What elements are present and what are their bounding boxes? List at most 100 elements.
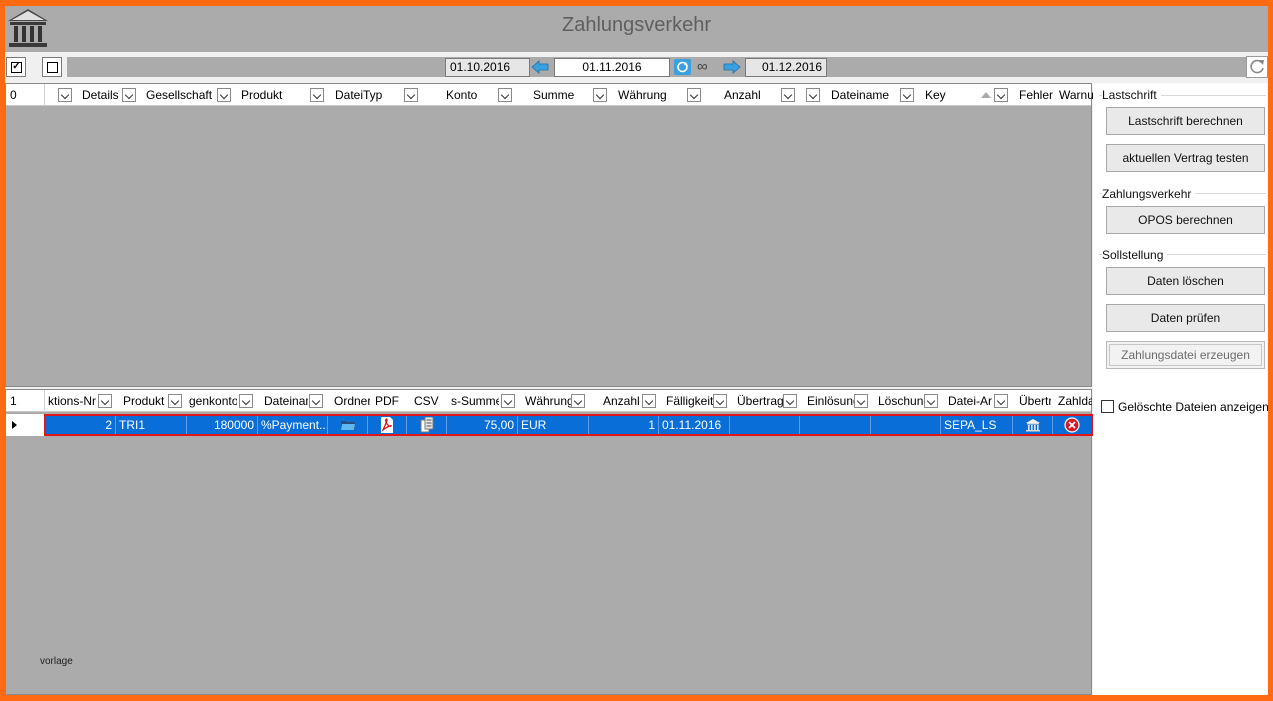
column-header[interactable]: Währung xyxy=(525,390,571,412)
column-header[interactable]: Einlösung xyxy=(807,390,854,412)
cell-uebertragung xyxy=(730,416,800,434)
cell-ordner[interactable] xyxy=(328,416,368,434)
lastschrift-berechnen-button[interactable]: Lastschrift berechnen xyxy=(1106,107,1265,135)
column-header[interactable]: Fälligkeit xyxy=(666,390,714,412)
column-header[interactable]: s-Summe xyxy=(451,390,499,412)
filter-dropdown[interactable] xyxy=(239,394,253,408)
date-previous-field[interactable]: 01.10.2016 xyxy=(445,58,530,77)
filter-dropdown[interactable] xyxy=(501,394,515,408)
arrow-left-icon[interactable] xyxy=(531,59,549,75)
column-header[interactable]: Konto xyxy=(446,84,496,106)
table-row[interactable]: 2 TRI1 180000 %Payment... 75,00 EUR 1 01… xyxy=(44,414,1093,436)
filter-dropdown[interactable] xyxy=(713,394,727,408)
column-header[interactable]: ktions-Nr xyxy=(48,390,96,412)
show-deleted-checkbox[interactable] xyxy=(1101,400,1114,413)
filter-dropdown[interactable] xyxy=(900,88,914,102)
cell-dateiname: %Payment... xyxy=(258,416,328,434)
cell-konto: 180000 xyxy=(187,416,258,434)
zahlungsdatei-erzeugen-button[interactable]: Zahlungsdatei erzeugen xyxy=(1106,341,1265,369)
filter-dropdown[interactable] xyxy=(168,394,182,408)
column-header[interactable]: Datei-Art xyxy=(948,390,992,412)
filter-dropdown[interactable] xyxy=(571,394,585,408)
row-indicator[interactable] xyxy=(6,414,44,436)
column-header[interactable]: Produkt xyxy=(241,84,301,106)
filter-dropdown[interactable] xyxy=(58,88,72,102)
cell-datei-art: SEPA_LS xyxy=(941,416,1013,434)
column-header[interactable]: Gesellschaft xyxy=(146,84,214,106)
footnote-label: vorlage xyxy=(40,656,73,667)
column-header[interactable]: Details xyxy=(82,84,122,106)
column-header[interactable]: Übertragu xyxy=(737,390,784,412)
cell-zahldatei[interactable] xyxy=(1053,416,1091,434)
refresh-button[interactable] xyxy=(1246,56,1268,78)
column-header[interactable]: Ordner xyxy=(334,390,370,412)
filter-dropdown[interactable] xyxy=(217,88,231,102)
filter-dropdown[interactable] xyxy=(994,88,1008,102)
cell-faelligkeit: 01.11.2016 xyxy=(659,416,730,434)
select-all-checkbox[interactable]: ✓ xyxy=(6,57,26,77)
column-header[interactable]: Summe xyxy=(533,84,588,106)
filter-dropdown[interactable] xyxy=(404,88,418,102)
column-header[interactable]: DateiTyp xyxy=(335,84,395,106)
cell-einloesung xyxy=(800,416,871,434)
column-header[interactable]: Anzahl xyxy=(724,84,774,106)
daten-loeschen-button[interactable]: Daten löschen xyxy=(1106,267,1265,295)
upper-data-grid[interactable]: 0 Details Gesellschaft Produkt DateiTyp … xyxy=(5,83,1093,387)
row-count-label: 0 xyxy=(10,88,17,102)
filter-dropdown[interactable] xyxy=(854,394,868,408)
cell-waehrung: EUR xyxy=(518,416,589,434)
column-header[interactable]: Produkt xyxy=(123,390,167,412)
filter-dropdown[interactable] xyxy=(593,88,607,102)
column-header[interactable]: genkonto xyxy=(189,390,237,412)
filter-dropdown[interactable] xyxy=(642,394,656,408)
bank-icon xyxy=(1025,419,1040,432)
filter-dropdown[interactable] xyxy=(98,394,112,408)
filter-dropdown[interactable] xyxy=(687,88,701,102)
filter-dropdown[interactable] xyxy=(309,394,323,408)
column-header[interactable]: Anzahl xyxy=(603,390,639,412)
lower-grid-header: 1 ktions-Nr Produkt genkonto Dateinam Or… xyxy=(6,390,1092,412)
column-header[interactable]: Warnu xyxy=(1059,84,1093,106)
filter-dropdown[interactable] xyxy=(924,394,938,408)
cell-loeschung xyxy=(871,416,941,434)
filter-dropdown[interactable] xyxy=(781,88,795,102)
arrow-right-icon[interactable] xyxy=(723,59,741,75)
pdf-icon xyxy=(381,417,393,433)
column-header[interactable]: PDF xyxy=(375,390,405,412)
filter-dropdown[interactable] xyxy=(994,394,1008,408)
show-deleted-label[interactable]: Gelöschte Dateien anzeigen xyxy=(1118,399,1268,415)
column-header[interactable]: Zahlda xyxy=(1058,390,1092,412)
filter-dropdown[interactable] xyxy=(310,88,324,102)
filter-dropdown[interactable] xyxy=(122,88,136,102)
date-next-field[interactable]: 01.12.2016 xyxy=(745,58,827,77)
app-window: Zahlungsverkehr ✓ 01.10.2016 01.11.2016 … xyxy=(5,6,1268,695)
sort-ascending-icon[interactable] xyxy=(981,92,991,98)
checkmark-icon: ✓ xyxy=(11,61,22,73)
cell-csv[interactable] xyxy=(407,416,447,434)
column-header[interactable]: Dateiname xyxy=(831,84,896,106)
select-none-checkbox[interactable] xyxy=(42,57,62,77)
calendar-refresh-icon[interactable] xyxy=(674,59,692,75)
filter-dropdown[interactable] xyxy=(783,394,797,408)
daten-pruefen-button[interactable]: Daten prüfen xyxy=(1106,304,1265,332)
filter-dropdown[interactable] xyxy=(498,88,512,102)
column-header[interactable]: CSV xyxy=(414,390,444,412)
action-panel: Lastschrift Lastschrift berechnen aktuel… xyxy=(1093,83,1268,695)
column-header[interactable]: Dateinam xyxy=(264,390,308,412)
cell-summe: 75,00 xyxy=(447,416,518,434)
cell-uebertragen[interactable] xyxy=(1013,416,1053,434)
cell-pdf[interactable] xyxy=(368,416,407,434)
lower-data-grid[interactable]: 1 ktions-Nr Produkt genkonto Dateinam Or… xyxy=(5,389,1093,695)
opos-berechnen-button[interactable]: OPOS berechnen xyxy=(1106,206,1265,234)
column-header[interactable]: Übertr xyxy=(1019,390,1051,412)
refresh-icon xyxy=(1250,59,1264,74)
column-header[interactable]: Key xyxy=(925,84,965,106)
date-current-field[interactable]: 01.11.2016 xyxy=(554,58,670,77)
link-infinity-icon[interactable]: ∞ xyxy=(697,59,708,75)
column-header[interactable]: Währung xyxy=(618,84,678,106)
column-header[interactable]: Löschung xyxy=(878,390,923,412)
column-header[interactable]: Fehler xyxy=(1019,84,1053,106)
vertrag-testen-button[interactable]: aktuellen Vertrag testen xyxy=(1106,144,1265,172)
filter-dropdown[interactable] xyxy=(806,88,820,102)
folder-icon xyxy=(340,421,355,430)
